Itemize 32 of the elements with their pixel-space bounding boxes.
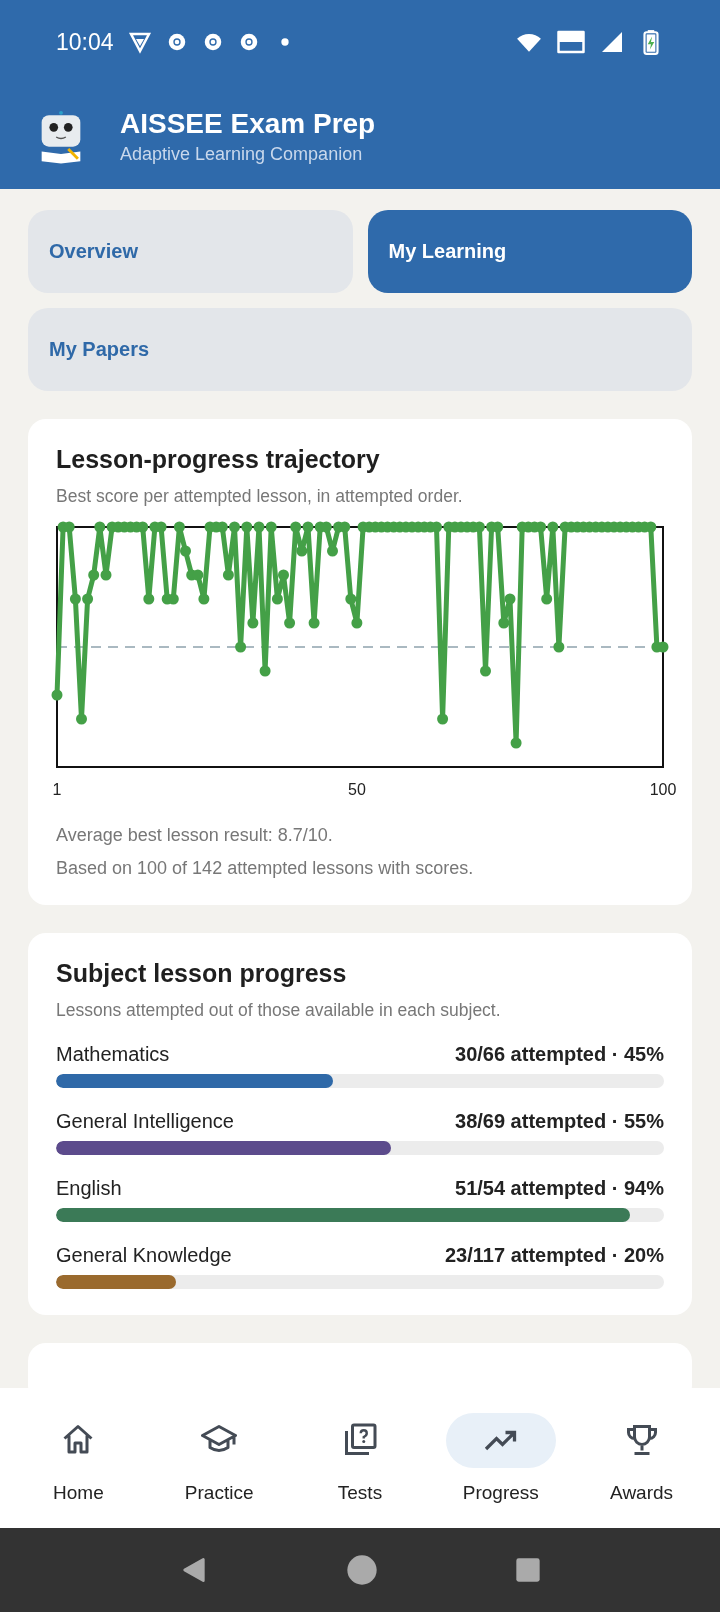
- question-pages-icon: [342, 1422, 378, 1458]
- axis-tick-label: 1: [52, 781, 62, 799]
- progress-reading: 51/54 attempted · 94%: [455, 1177, 664, 1200]
- app-title: AISSEE Exam Prep: [120, 108, 376, 140]
- subject-name: Mathematics: [56, 1043, 170, 1066]
- card-subtitle: Lessons attempted out of those available in each subject.: [56, 1000, 502, 1021]
- nav-tab[interactable]: Home: [13, 1411, 144, 1505]
- home-circle-icon[interactable]: [346, 1554, 378, 1586]
- nav-tab[interactable]: Tests: [295, 1411, 425, 1505]
- progress-reading: 30/66 attempted · 45%: [455, 1043, 664, 1066]
- signal-icon: [600, 30, 624, 54]
- subject-name: English: [56, 1177, 122, 1200]
- progress-reading: 23/117 attempted · 20%: [445, 1244, 664, 1267]
- progress-reading: 38/69 attempted · 55%: [455, 1110, 664, 1133]
- shield-icon: [127, 30, 152, 54]
- nav-tab[interactable]: Awards: [576, 1411, 707, 1505]
- nav-tab[interactable]: Practice: [154, 1411, 285, 1505]
- app-subtitle: Adaptive Learning Companion: [120, 144, 364, 165]
- summary-text: Based on 100 of 142 attempted lessons with scores.: [56, 858, 475, 879]
- subject-name: General Knowledge: [56, 1244, 232, 1267]
- tab[interactable]: My Learning: [367, 210, 692, 293]
- status-time: 10:04: [56, 28, 114, 56]
- card-title: Lesson-progress trajectory: [56, 445, 381, 474]
- tab[interactable]: Overview: [28, 210, 353, 293]
- tab[interactable]: My Papers: [28, 308, 692, 391]
- axis-tick-label: 100: [649, 781, 677, 799]
- axis-tick-label: 50: [348, 781, 366, 799]
- recents-icon[interactable]: [514, 1556, 542, 1584]
- card-subtitle: Best score per attempted lesson, in attempted order.: [56, 486, 464, 507]
- card-title: Subject lesson progress: [56, 959, 348, 988]
- subject-name: General Intelligence: [56, 1110, 234, 1133]
- summary-text: Average best lesson result: 8.7/10.: [56, 825, 334, 846]
